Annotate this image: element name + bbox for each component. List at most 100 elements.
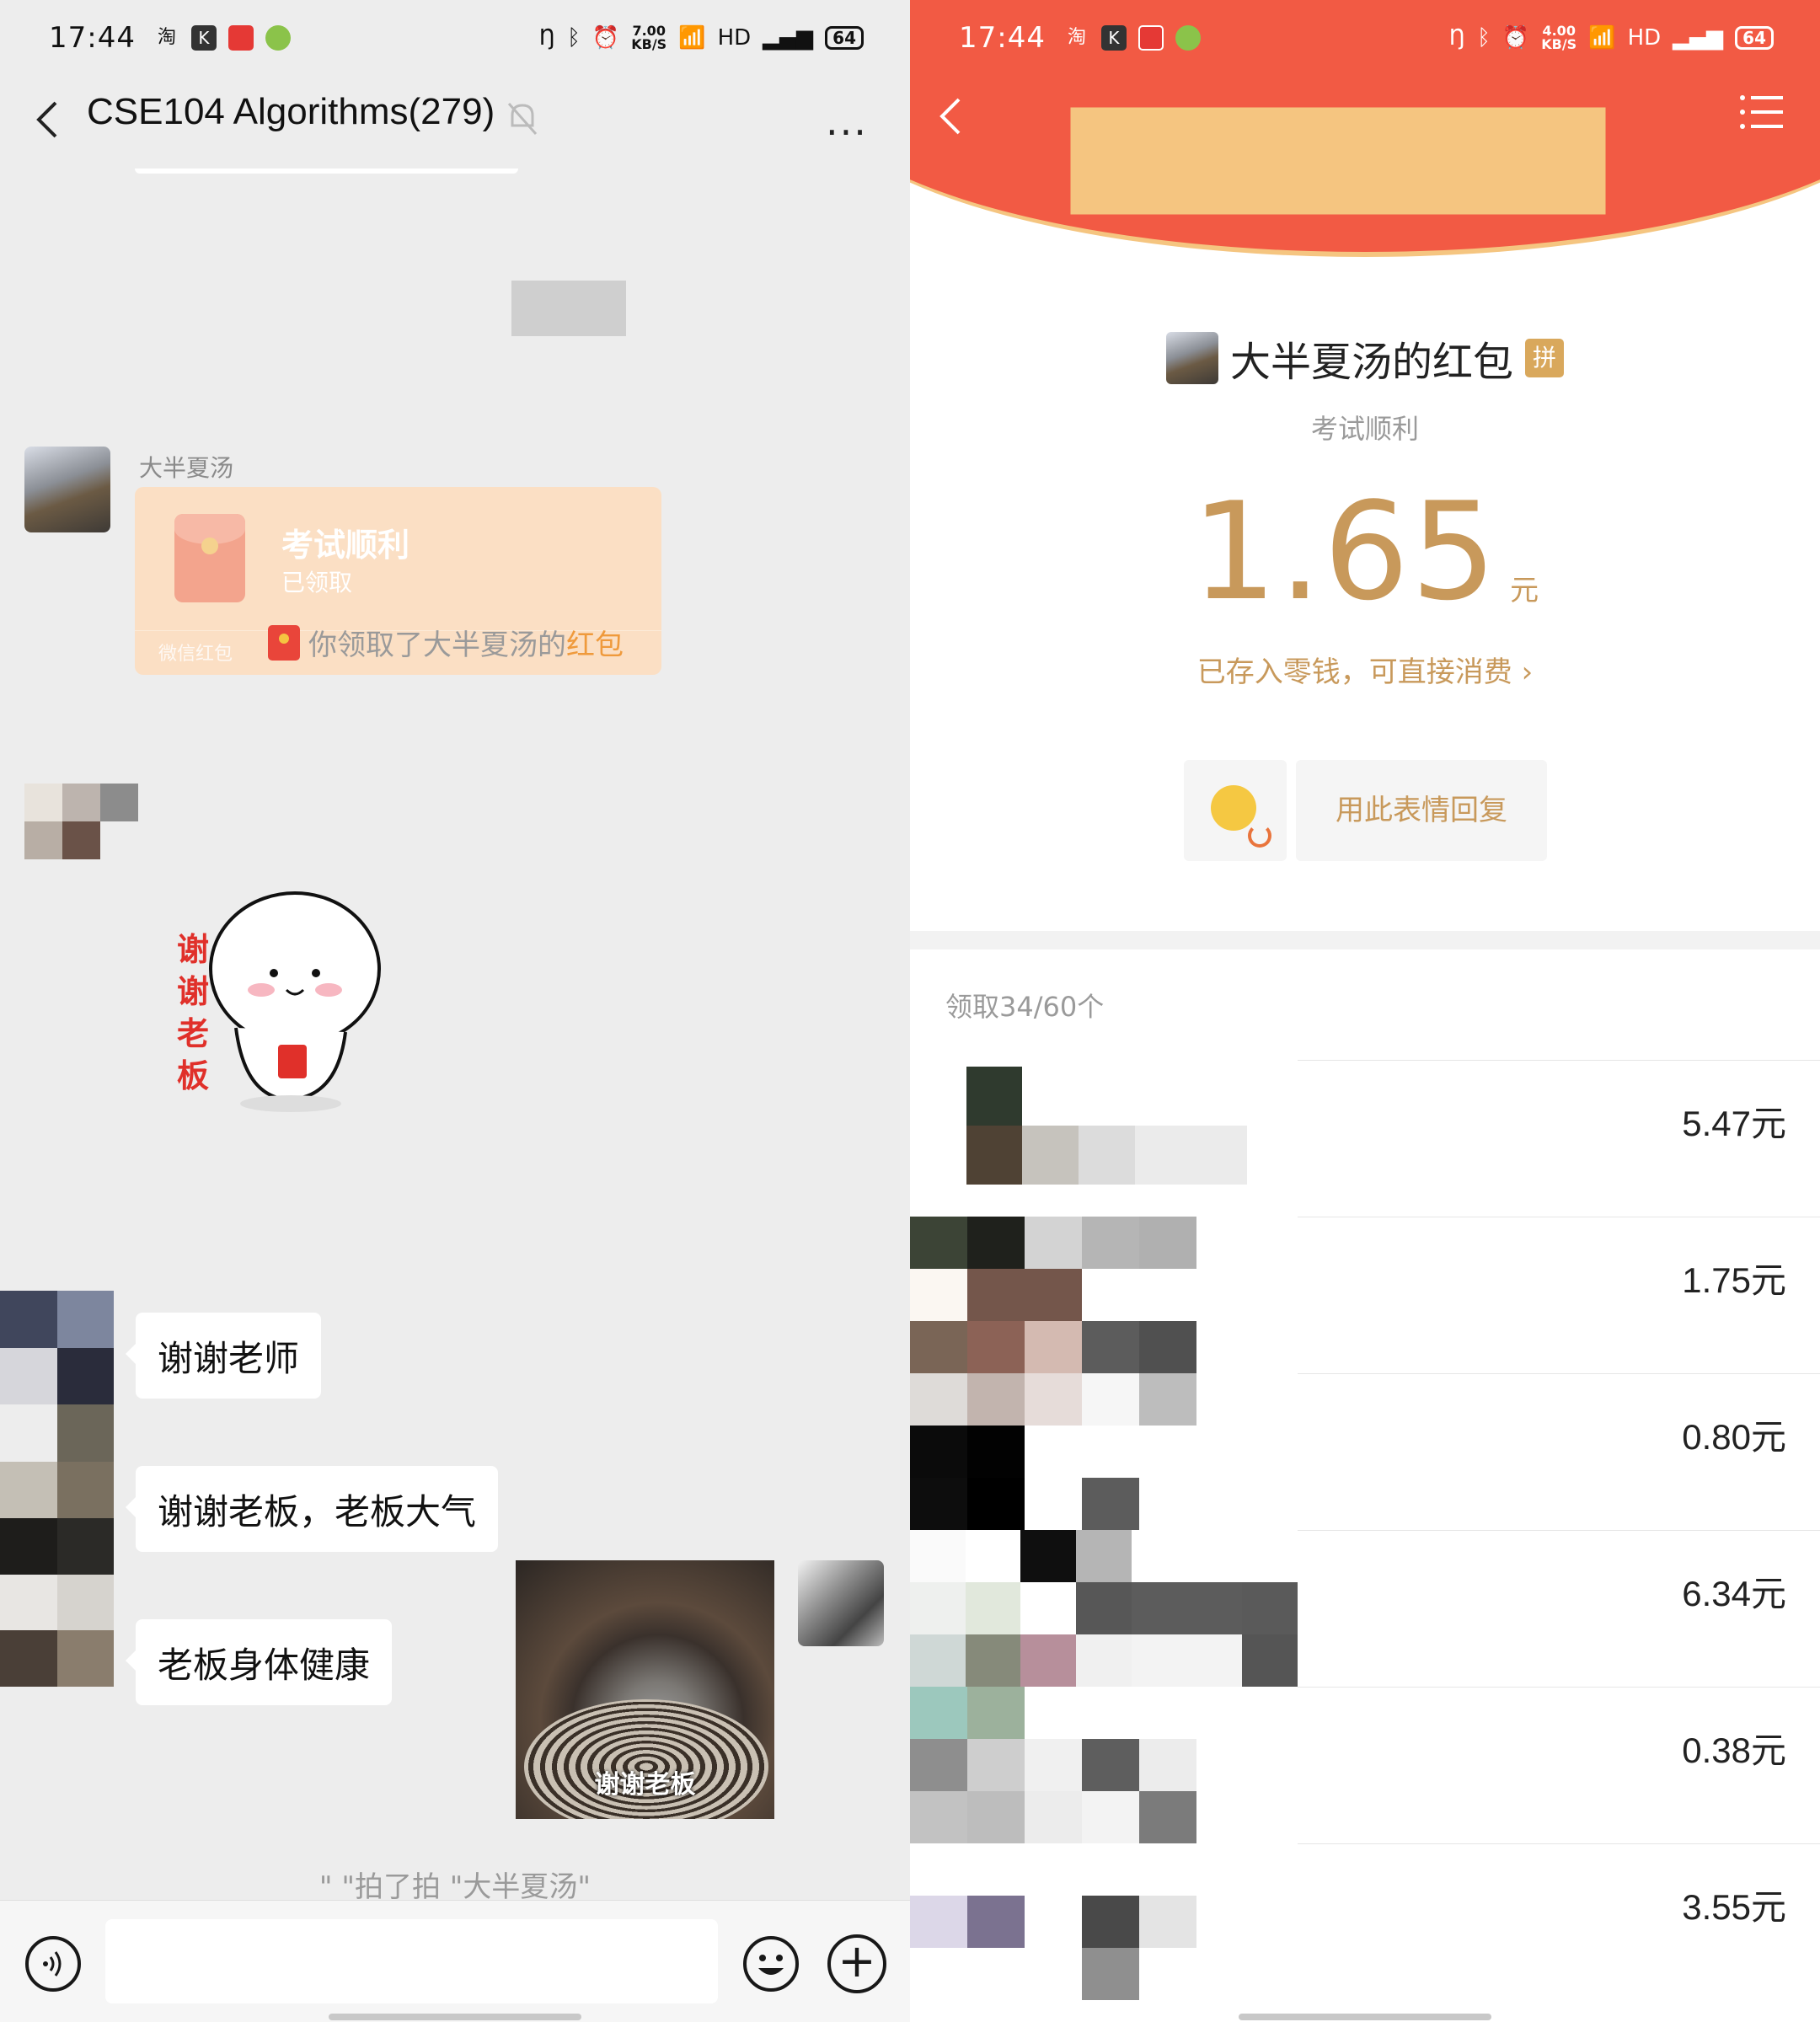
my-avatar[interactable] — [798, 1560, 884, 1646]
section-separator — [910, 931, 1820, 949]
status-time: 17:44 — [49, 21, 136, 55]
list-item[interactable]: 3.55元 — [910, 1843, 1820, 2000]
wifi-icon: 📶 — [1588, 25, 1616, 51]
chat-title: CSE104 Algorithms(279) — [87, 91, 495, 132]
red-app-icon — [228, 25, 254, 51]
avatar — [910, 1687, 1196, 1843]
avatar[interactable] — [24, 784, 138, 897]
emoji-icon[interactable] — [741, 1934, 800, 1993]
red-packet-blessing: 考试顺利 — [281, 527, 410, 564]
battery-icon: 64 — [825, 26, 864, 50]
bluetooth-icon: ᛒ — [1477, 25, 1491, 51]
red-packet-sender: 大半夏汤的红包 拼 — [910, 329, 1820, 388]
group-chat-screen: 17:44 淘 K Ŋ ᛒ ⏰ 7.00 KB/S 📶 HD ▂▄▆ 64 CSE… — [0, 0, 910, 2022]
add-attachment-icon[interactable]: + — [827, 1934, 886, 1993]
pat-notice: " "拍了拍 "大半夏汤" — [318, 1870, 592, 1900]
alarm-icon: ⏰ — [592, 25, 620, 51]
avatar[interactable] — [0, 1518, 114, 1687]
receiver-amount: 0.38元 — [1682, 1730, 1786, 1770]
chat-header: CSE104 Algorithms(279) ··· — [0, 76, 910, 168]
text-message[interactable]: 谢谢老板，老板大气 — [125, 1466, 499, 1552]
claim-count: 领取34/60个 — [945, 991, 1105, 1023]
home-indicator — [1239, 2014, 1491, 2020]
blurred-image — [511, 281, 626, 336]
message-list[interactable]: 大半夏汤 考试顺利 已领取 微信红包 你领取了大半夏汤的红包 谢 谢 老 板 谢… — [0, 168, 910, 1900]
network-speed: 4.00 KB/S — [1541, 23, 1577, 52]
text-message[interactable]: 谢谢老师 — [125, 1313, 322, 1399]
svg-text:谢: 谢 — [177, 973, 209, 1010]
gif-caption: 谢谢老板 — [594, 1770, 696, 1800]
thank-boss-sticker[interactable]: 谢 谢 老 板 — [152, 876, 404, 1230]
avatar — [910, 1067, 1247, 1185]
cat-gif-message[interactable]: 谢谢老板 — [516, 1560, 774, 1819]
nfc-icon: Ŋ — [538, 25, 556, 51]
voice-input-icon[interactable] — [24, 1934, 83, 1993]
system-notice: 你领取了大半夏汤的红包 — [268, 622, 624, 663]
red-packet-mini-icon — [268, 624, 300, 661]
avatar — [910, 1373, 1196, 1530]
wallet-link[interactable]: 已存入零钱，可直接消费 › — [910, 649, 1820, 690]
taobao-icon: 淘 — [157, 27, 176, 48]
list-item[interactable]: 0.38元 — [910, 1687, 1820, 1843]
list-item[interactable]: 0.80元 — [910, 1373, 1820, 1530]
red-packet-footer: 微信红包 — [158, 644, 233, 665]
pin-badge: 拼 — [1525, 339, 1564, 377]
green-app-icon — [265, 25, 291, 51]
back-arrow-icon[interactable] — [934, 91, 967, 142]
receiver-list[interactable]: 5.47元 1.75元 0.80元 6.34元 0.38元 3.55元 — [910, 1060, 1820, 2000]
bluetooth-icon: ᛒ — [567, 25, 581, 51]
svg-text:板: 板 — [177, 1057, 209, 1094]
signal-icon: ▂▄▆ — [1673, 25, 1724, 51]
wifi-icon: 📶 — [678, 25, 706, 51]
received-amount: 1.65 元 — [910, 484, 1820, 619]
avatar — [910, 1217, 1196, 1373]
red-packet-icon — [174, 514, 245, 602]
status-time: 17:44 — [959, 21, 1046, 55]
system-notice-link[interactable]: 红包 — [566, 629, 624, 662]
receiver-amount: 0.80元 — [1682, 1417, 1786, 1457]
system-notice-text: 你领取了大半夏汤的 — [308, 629, 566, 662]
list-item[interactable]: 1.75元 — [910, 1217, 1820, 1373]
system-indicators: Ŋ ᛒ ⏰ 4.00 KB/S 📶 HD ▂▄▆ 64 — [1449, 24, 1774, 51]
k-app-icon: K — [1100, 25, 1127, 51]
status-bar: 17:44 淘 K Ŋ ᛒ ⏰ 7.00 KB/S 📶 HD ▂▄▆ 64 — [0, 0, 910, 76]
battery-icon: 64 — [1735, 26, 1774, 50]
list-item[interactable]: 5.47元 — [910, 1060, 1820, 1217]
receiver-amount: 3.55元 — [1682, 1887, 1786, 1927]
notification-icons: 淘 K — [154, 25, 291, 51]
green-app-icon — [1175, 25, 1201, 51]
red-packet-detail-screen: 17:44 淘 K Ŋ ᛒ ⏰ 4.00 KB/S 📶 HD ▂▄▆ 64 大半夏… — [910, 0, 1820, 2022]
nfc-icon: Ŋ — [1448, 25, 1466, 51]
signal-icon: ▂▄▆ — [763, 25, 814, 51]
red-packet-blessing: 考试顺利 — [1310, 413, 1419, 445]
avatar[interactable] — [24, 447, 110, 532]
taobao-icon: 淘 — [1067, 27, 1086, 48]
previous-message-bubble — [135, 168, 518, 174]
more-options-icon[interactable]: ··· — [826, 110, 868, 155]
avatar[interactable] — [0, 1291, 114, 1518]
sender-name: 大半夏汤 — [139, 454, 234, 482]
reply-sticker-icon[interactable] — [1184, 760, 1287, 861]
svg-text:谢: 谢 — [177, 931, 209, 968]
back-arrow-icon[interactable] — [30, 94, 64, 145]
records-list-icon[interactable] — [1737, 91, 1785, 133]
text-message[interactable]: 老板身体健康 — [125, 1619, 393, 1705]
red-app-icon — [1138, 25, 1164, 51]
avatar — [1165, 332, 1218, 384]
hd-label: HD — [1627, 25, 1662, 51]
receiver-amount: 1.75元 — [1682, 1260, 1786, 1300]
network-speed: 7.00 KB/S — [631, 23, 667, 52]
home-indicator — [329, 2014, 581, 2020]
receiver-amount: 6.34元 — [1682, 1574, 1786, 1613]
amount-unit: 元 — [1510, 574, 1539, 607]
notification-icons: 淘 K — [1064, 25, 1201, 51]
message-input[interactable] — [105, 1919, 718, 2003]
reply-with-sticker-button[interactable]: 用此表情回复 — [1296, 760, 1547, 861]
receiver-amount: 5.47元 — [1682, 1104, 1786, 1143]
red-packet-status: 已领取 — [281, 569, 353, 596]
list-item[interactable]: 6.34元 — [910, 1530, 1820, 1687]
system-indicators: Ŋ ᛒ ⏰ 7.00 KB/S 📶 HD ▂▄▆ 64 — [539, 24, 864, 51]
avatar — [910, 1530, 1298, 1687]
k-app-icon: K — [190, 25, 217, 51]
hd-label: HD — [717, 25, 752, 51]
